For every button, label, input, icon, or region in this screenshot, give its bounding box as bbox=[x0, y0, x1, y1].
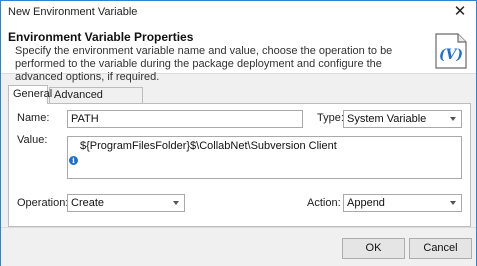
operation-label: Operation: bbox=[17, 197, 69, 209]
ok-button[interactable]: OK bbox=[342, 238, 405, 259]
window-title: New Environment Variable bbox=[8, 6, 138, 18]
title-bar: New Environment Variable ✕ bbox=[1, 1, 476, 24]
value-text: ${ProgramFilesFolder}$\CollabNet\Subvers… bbox=[80, 140, 337, 152]
general-tab-panel: Name: PATH Type: System Variable Value: … bbox=[8, 103, 471, 227]
close-icon[interactable]: ✕ bbox=[450, 3, 470, 21]
value-textarea[interactable]: ${ProgramFilesFolder}$\CollabNet\Subvers… bbox=[67, 136, 462, 179]
chevron-down-icon bbox=[450, 117, 456, 121]
operation-value: Create bbox=[71, 197, 105, 209]
chevron-down-icon bbox=[450, 201, 456, 205]
cancel-button[interactable]: Cancel bbox=[409, 238, 472, 259]
tab-general[interactable]: General bbox=[8, 85, 52, 104]
name-input[interactable]: PATH bbox=[67, 110, 303, 128]
tab-advanced-options[interactable]: Advanced Options bbox=[49, 87, 143, 115]
name-label: Name: bbox=[17, 112, 50, 124]
action-combobox[interactable]: Append bbox=[343, 194, 462, 212]
info-icon[interactable]: i bbox=[69, 156, 78, 165]
dialog-header: Environment Variable Properties Specify … bbox=[1, 24, 476, 83]
dialog-window: New Environment Variable ✕ Environment V… bbox=[0, 0, 477, 266]
chevron-down-icon bbox=[173, 201, 179, 205]
variable-icon-glyph: (V) bbox=[439, 47, 463, 63]
value-label: Value: bbox=[17, 134, 48, 146]
type-label: Type: bbox=[317, 112, 344, 124]
type-value: System Variable bbox=[347, 113, 427, 125]
header-description: Specify the environment variable name an… bbox=[15, 45, 393, 83]
operation-combobox[interactable]: Create bbox=[67, 194, 185, 212]
type-combobox[interactable]: System Variable bbox=[343, 110, 462, 128]
action-value: Append bbox=[347, 197, 385, 209]
button-bar: OK Cancel bbox=[1, 227, 476, 266]
variable-document-icon: (V) bbox=[435, 33, 467, 69]
action-label: Action: bbox=[307, 197, 341, 209]
header-title: Environment Variable Properties bbox=[8, 30, 194, 44]
